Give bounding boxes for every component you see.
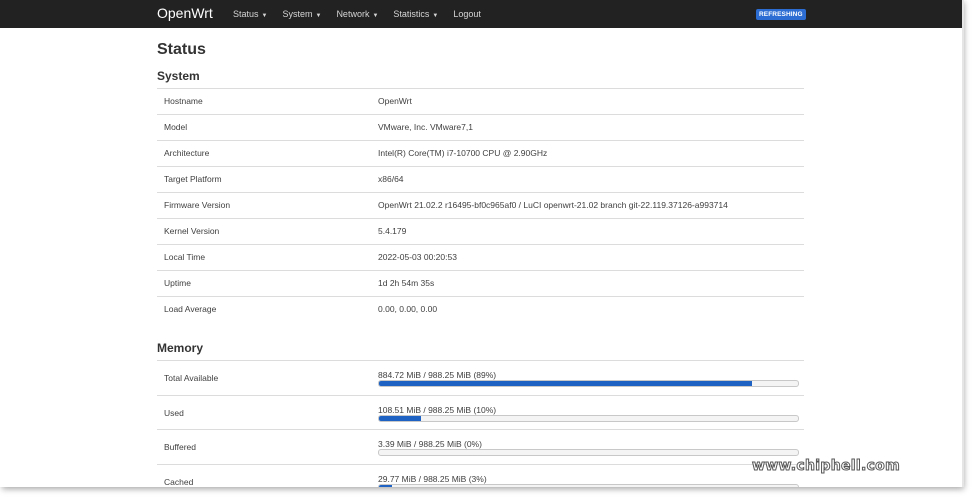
caret-down-icon: ▼	[372, 13, 379, 19]
row-label: Local Time	[164, 252, 206, 262]
row-value: OpenWrt 21.02.2 r16495-bf0c965af0 / LuCI…	[378, 200, 728, 210]
memory-heading: Memory	[157, 341, 204, 355]
row-label: Load Average	[164, 304, 217, 314]
row-label: Firmware Version	[164, 200, 231, 210]
table-row: Total Available 884.72 MiB / 988.25 MiB (…	[157, 360, 804, 395]
row-label: Model	[164, 122, 188, 132]
progress-bar	[378, 380, 799, 387]
brand-logo[interactable]: OpenWrt	[157, 5, 213, 21]
browser-viewport: OpenWrt Status ▼ System ▼ Network ▼ Statist…	[0, 0, 962, 487]
row-label: Used	[164, 407, 184, 418]
system-table: Hostname OpenWrt Model VMware, Inc. VMware7…	[157, 88, 804, 322]
row-value: x86/64	[378, 174, 404, 184]
row-value: 0.00, 0.00, 0.00	[378, 304, 438, 314]
row-value: 5.4.179	[378, 226, 407, 236]
row-label: Hostname	[164, 96, 203, 106]
progress-text: 29.77 MiB / 988.25 MiB (3%)	[378, 473, 487, 484]
table-row: Used 108.51 MiB / 988.25 MiB (10%)	[157, 394, 804, 430]
progress-text: 108.51 MiB / 988.25 MiB (10%)	[378, 404, 497, 415]
progress-text: 3.39 MiB / 988.25 MiB (0%)	[378, 439, 482, 449]
table-row: Firmware Version OpenWrt 21.02.2 r16495-b…	[157, 192, 804, 218]
table-row: Cached 29.77 MiB / 988.25 MiB (3%)	[157, 463, 804, 487]
table-row: Kernel Version 5.4.179	[157, 218, 804, 244]
menu-statistics[interactable]: Statistics ▼	[393, 9, 438, 19]
row-label: Total Available	[164, 373, 219, 383]
progress-fill	[379, 484, 392, 487]
table-row: Architecture Intel(R) Core(TM) i7-10700 C…	[157, 140, 804, 166]
caret-down-icon: ▼	[432, 13, 439, 19]
menu-status[interactable]: Status ▼	[233, 9, 267, 19]
system-heading: System	[157, 69, 200, 83]
caret-down-icon: ▼	[261, 13, 268, 19]
table-row: Buffered 3.39 MiB / 988.25 MiB (0%)	[157, 429, 804, 464]
menu-network[interactable]: Network ▼	[336, 9, 378, 19]
row-value: 2022-05-03 00:20:53	[378, 252, 457, 262]
menu-logout[interactable]: Logout	[453, 9, 481, 19]
table-row: Target Platform x86/64	[157, 166, 804, 192]
row-label: Architecture	[164, 148, 210, 158]
progress-bar	[378, 414, 799, 422]
row-value: Intel(R) Core(TM) i7-10700 CPU @ 2.90GHz	[378, 148, 548, 158]
menu-system[interactable]: System ▼	[282, 9, 321, 19]
table-row: Load Average 0.00, 0.00, 0.00	[157, 296, 804, 322]
row-value: OpenWrt	[378, 96, 412, 106]
page-title: Status	[157, 41, 206, 58]
watermark-site: www.chiphell.com	[752, 458, 901, 475]
row-label: Target Platform	[164, 174, 222, 184]
row-value: VMware, Inc. VMware7,1	[378, 122, 473, 132]
table-row: Hostname OpenWrt	[157, 88, 804, 114]
table-row: Uptime 1d 2h 54m 35s	[157, 270, 804, 296]
memory-table: Total Available 884.72 MiB / 988.25 MiB (…	[157, 360, 804, 487]
progress-text: 884.72 MiB / 988.25 MiB (89%)	[378, 370, 497, 380]
row-label: Uptime	[164, 278, 191, 288]
row-label: Buffered	[164, 442, 196, 452]
table-row: Local Time 2022-05-03 00:20:53	[157, 244, 804, 270]
main-menu: Status ▼ System ▼ Network ▼ Statistics ▼ Log…	[233, 0, 496, 28]
scrollbar[interactable]	[962, 0, 964, 487]
progress-bar	[378, 449, 799, 456]
row-label: Cached	[164, 476, 194, 487]
progress-fill	[379, 381, 752, 386]
progress-fill	[379, 415, 421, 421]
top-navbar: OpenWrt Status ▼ System ▼ Network ▼ Statist…	[0, 0, 962, 28]
refreshing-badge[interactable]: REFRESHING	[756, 9, 806, 20]
caret-down-icon: ▼	[315, 13, 322, 19]
row-value: 1d 2h 54m 35s	[378, 278, 435, 288]
row-label: Kernel Version	[164, 226, 220, 236]
table-row: Model VMware, Inc. VMware7,1	[157, 114, 804, 140]
progress-bar	[378, 483, 799, 487]
